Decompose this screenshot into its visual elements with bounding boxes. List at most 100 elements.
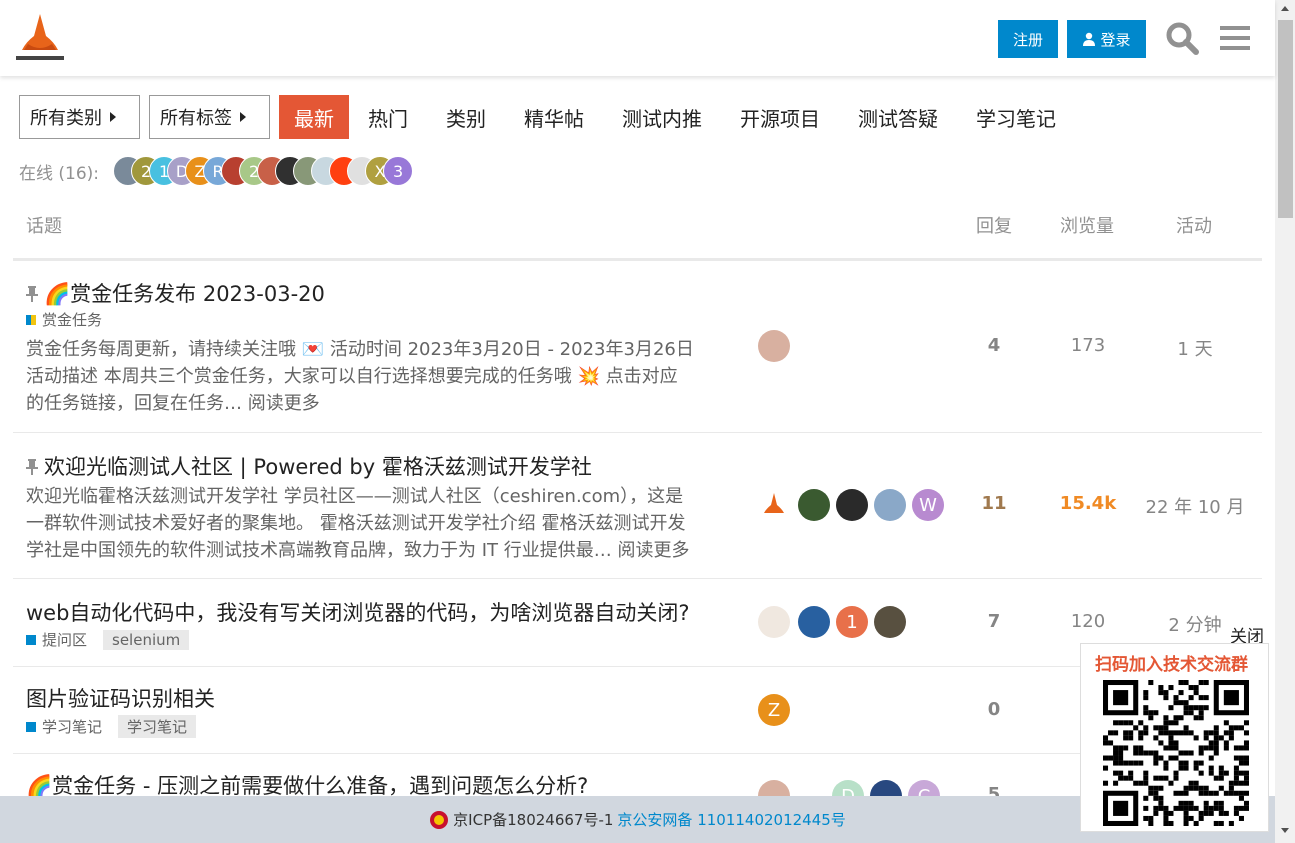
header-replies[interactable]: 回复 [976,212,1012,238]
excerpt-line[interactable]: 学社是中国领先的软件测试技术高端教育品牌，致力于为 IT 行业提供最… 阅读更多 [26,537,726,564]
online-avatar-list: 21DZR2X3 [113,156,414,186]
qr-popup: 扫码加入技术交流群 [1080,643,1269,832]
online-users: 在线 (16): 21DZR2X3 [19,154,414,188]
topic-tag[interactable]: selenium [103,629,190,650]
icp-license-link[interactable]: 京ICP备18024667号-1 [453,809,613,830]
caret-right-icon [110,112,116,122]
topic-row[interactable]: 欢迎光临测试人社区 | Powered by 霍格沃兹测试开发学社 欢迎光临霍格… [13,433,1262,579]
police-record-link[interactable]: 京公安网备 11011402012445号 [617,809,845,830]
navigation-bar: 所有类别 所有标签 最新 热门 类别 精华帖 测试内推 开源项目 测试答疑 学习… [19,94,1075,140]
topic-title[interactable]: 🌈赏金任务发布 2023-03-20 [26,278,325,308]
topic-posters [758,330,790,362]
tag-dropdown-label: 所有标签 [160,108,232,129]
poster-avatar[interactable] [798,606,830,638]
view-count: 120 [1070,611,1106,632]
category-dropdown[interactable]: 所有类别 [19,95,140,139]
topic-excerpt: 欢迎光临霍格沃兹测试开发学社 学员社区——测试人社区（ceshiren.com）… [26,483,726,564]
qr-popup-title: 扫码加入技术交流群 [1095,655,1248,675]
online-user-avatar[interactable]: 3 [383,156,414,186]
last-activity[interactable]: 22 年 10 月 [1143,493,1247,519]
topic-excerpt: 赏金任务每周更新，请持续关注哦 💌 活动时间 2023年3月20日 - 2023… [26,336,726,417]
tab-featured[interactable]: 精华帖 [505,95,603,139]
user-icon [1083,32,1096,46]
poster-avatar[interactable] [874,489,906,521]
tab-categories[interactable]: 类别 [427,95,505,139]
tag-dropdown[interactable]: 所有标签 [149,95,270,139]
category-color-swatch [26,721,36,732]
qr-code-icon [1103,680,1249,826]
poster-avatar[interactable] [758,489,790,521]
topic-posters: Z [758,694,790,726]
login-label: 登录 [1100,30,1131,49]
topic-row[interactable]: web自动化代码中，我没有写关闭浏览器的代码，为啥浏览器自动关闭? 提问区 se… [13,579,1262,667]
reply-count[interactable]: 0 [954,699,1034,720]
poster-avatar[interactable]: W [912,489,944,521]
topic-row[interactable]: 图片验证码识别相关 学习笔记 学习笔记 Z 0 [13,667,1262,754]
category-dropdown-label: 所有类别 [30,108,102,129]
tab-top[interactable]: 热门 [349,95,427,139]
topic-title[interactable]: 图片验证码识别相关 [26,683,215,713]
topic-title-text: 欢迎光临测试人社区 | Powered by 霍格沃兹测试开发学社 [44,455,592,479]
tab-open-source[interactable]: 开源项目 [721,95,839,139]
rainbow-emoji-icon: 🌈 [26,774,53,798]
topic-category[interactable]: 提问区 selenium [26,629,190,650]
reply-count[interactable]: 4 [954,335,1034,356]
header-topic[interactable]: 话题 [26,212,62,238]
reply-count[interactable]: 7 [954,611,1034,632]
excerpt-line[interactable]: 的任务链接，回复在任务… 阅读更多 [26,390,726,417]
topic-title[interactable]: web自动化代码中，我没有写关闭浏览器的代码，为啥浏览器自动关闭? [26,597,690,627]
nav-tabs: 最新 热门 类别 精华帖 测试内推 开源项目 测试答疑 学习笔记 [279,95,1075,139]
login-button[interactable]: 登录 [1067,20,1146,58]
rainbow-emoji-icon: 🌈 [44,282,71,306]
tab-qa[interactable]: 测试答疑 [839,95,957,139]
category-color-swatch [26,634,36,645]
topic-row[interactable]: 🌈赏金任务发布 2023-03-20 赏金任务 赏金任务每周更新，请持续关注哦 … [13,261,1262,433]
category-label: 学习笔记 [42,718,103,736]
search-icon[interactable] [1164,20,1200,56]
view-count: 173 [1070,335,1106,356]
witch-hat-logo-icon [764,493,784,513]
excerpt-line: 活动描述 本周共三个赏金任务，大家可以自行选择想要完成的任务哦 💥 点击对应 [26,366,678,387]
header-views[interactable]: 浏览量 [1060,212,1114,238]
tab-latest[interactable]: 最新 [279,95,349,139]
pin-icon [26,286,38,302]
topic-list-container: 所有类别 所有标签 最新 热门 类别 精华帖 测试内推 开源项目 测试答疑 学习… [13,76,1262,812]
excerpt-line: 赏金任务每周更新，请持续关注哦 💌 活动时间 2023年3月20日 - 2023… [26,339,694,360]
category-label: 提问区 [42,631,88,649]
category-color-swatch [26,314,36,325]
category-label: 赏金任务 [42,311,103,329]
topic-title[interactable]: 欢迎光临测试人社区 | Powered by 霍格沃兹测试开发学社 [26,451,592,481]
poster-avatar[interactable] [798,489,830,521]
tab-study-notes[interactable]: 学习笔记 [957,95,1075,139]
topic-title-text: 赏金任务发布 2023-03-20 [70,282,325,306]
page-scrollbar[interactable] [1275,0,1295,843]
last-activity[interactable]: 1 天 [1143,335,1247,361]
scroll-down-arrow-icon[interactable] [1281,828,1289,833]
police-badge-icon [430,810,449,829]
online-label: 在线 (16): [19,163,100,184]
poster-avatar[interactable] [758,330,790,362]
scroll-up-arrow-icon[interactable] [1281,6,1289,11]
poster-avatar[interactable]: 1 [836,606,868,638]
witch-hat-logo-icon[interactable] [14,12,66,64]
hamburger-menu-icon[interactable] [1218,20,1254,56]
excerpt-line: 一群软件测试技术爱好者的聚集地。 霍格沃兹测试开发学社介绍 霍格沃兹测试开发 [26,513,686,534]
topic-tag[interactable]: 学习笔记 [118,715,197,738]
header-activity[interactable]: 活动 [1176,212,1212,238]
view-count: 15.4k [1059,493,1117,514]
excerpt-line: 欢迎光临霍格沃兹测试开发学社 学员社区——测试人社区（ceshiren.com）… [26,486,684,507]
topic-category[interactable]: 学习笔记 学习笔记 [26,715,197,738]
pin-icon [26,459,38,475]
poster-avatar[interactable] [836,489,868,521]
reply-count[interactable]: 11 [954,493,1034,514]
topic-category[interactable]: 赏金任务 [26,309,102,330]
topic-title-text: 赏金任务 - 压测之前需要做什么准备，遇到问题怎么分析? [52,774,589,798]
scrollbar-thumb[interactable] [1278,20,1293,218]
poster-avatar[interactable] [758,606,790,638]
topic-table-header: 话题 回复 浏览量 活动 [13,196,1262,261]
topic-posters: W [758,489,944,521]
poster-avatar[interactable] [874,606,906,638]
poster-avatar[interactable]: Z [758,694,790,726]
tab-job-referral[interactable]: 测试内推 [603,95,721,139]
signup-button[interactable]: 注册 [998,20,1058,58]
